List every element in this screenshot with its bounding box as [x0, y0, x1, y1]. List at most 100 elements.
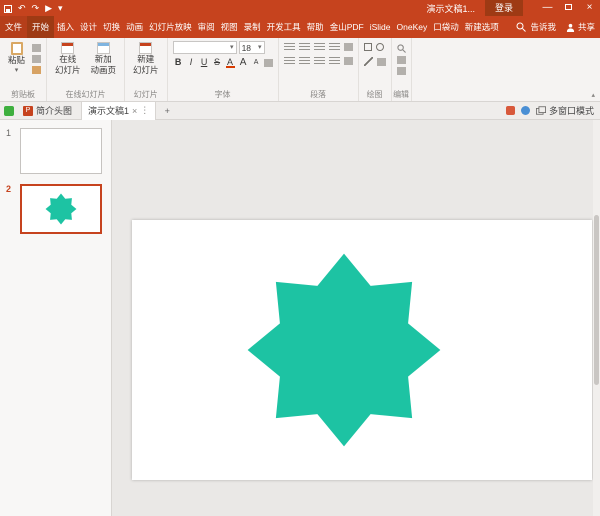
minimize-button[interactable]: —: [537, 0, 558, 16]
paste-button[interactable]: 粘贴 ▾: [5, 41, 28, 75]
online-slides-button[interactable]: 在线 幻灯片: [52, 41, 84, 77]
tab-help[interactable]: 帮助: [304, 16, 327, 38]
align-left-icon[interactable]: [284, 57, 295, 65]
decrease-indent-icon[interactable]: [314, 43, 325, 51]
login-button[interactable]: 登录: [485, 0, 523, 16]
copy-icon[interactable]: [32, 55, 41, 63]
slide-2-thumbnail[interactable]: [20, 184, 102, 234]
tell-me-label[interactable]: 告诉我: [530, 21, 556, 33]
tab-pocket-anim[interactable]: 口袋动: [430, 16, 462, 38]
doc-tab-presentation1[interactable]: 演示文稿1 × ⋮: [81, 102, 156, 120]
customize-toolbar-icon[interactable]: ▾: [58, 0, 63, 16]
tab-insert[interactable]: 插入: [54, 16, 77, 38]
tab-transitions[interactable]: 切换: [100, 16, 123, 38]
rectangle-shape-icon[interactable]: [364, 43, 372, 51]
new-slide-label-2: 幻灯片: [133, 66, 159, 76]
paragraph-group: 段落: [279, 38, 359, 101]
ribbon-tab-bar: 文件 开始 插入 设计 切换 动画 幻灯片放映 审阅 视图 录制 开发工具 帮助…: [0, 16, 600, 38]
drawing-group-label: 绘图: [359, 89, 391, 100]
tab-record[interactable]: 录制: [241, 16, 264, 38]
ribbon: 粘贴 ▾ 剪贴板 在线 幻灯片 新加 动画页 在线幻灯片 新建 幻灯片 幻灯片: [0, 38, 600, 102]
italic-button[interactable]: I: [186, 56, 197, 69]
online-slides-icon: [61, 42, 74, 54]
replace-icon[interactable]: [397, 56, 406, 64]
editing-canvas[interactable]: [112, 120, 600, 516]
find-icon[interactable]: [397, 44, 406, 53]
tab-new-options[interactable]: 新建选项: [462, 16, 502, 38]
bold-button[interactable]: B: [173, 56, 184, 69]
cut-icon[interactable]: [32, 44, 41, 52]
increase-indent-icon[interactable]: [329, 43, 340, 51]
strikethrough-button[interactable]: S: [212, 56, 223, 69]
star-shape[interactable]: [238, 244, 450, 456]
numbered-list-icon[interactable]: [299, 43, 310, 51]
font-size-select[interactable]: 18▾: [239, 41, 265, 54]
tab-animations[interactable]: 动画: [123, 16, 146, 38]
align-right-icon[interactable]: [314, 57, 325, 65]
shrink-font-button[interactable]: A: [251, 56, 262, 69]
online-slides-label-2: 幻灯片: [55, 66, 81, 76]
app-icon[interactable]: [4, 106, 14, 116]
font-color-button[interactable]: A: [225, 56, 236, 69]
slide-1-number: 1: [6, 128, 16, 138]
line-shape-icon[interactable]: [364, 57, 373, 66]
person-icon: [566, 23, 575, 32]
collapse-ribbon-icon[interactable]: ▴: [591, 91, 595, 99]
align-center-icon[interactable]: [299, 57, 310, 65]
tab-review[interactable]: 审阅: [195, 16, 218, 38]
tab-view[interactable]: 视图: [218, 16, 241, 38]
search-icon[interactable]: [516, 22, 526, 32]
clipboard-small-buttons: [32, 41, 41, 74]
vertical-scrollbar-thumb[interactable]: [594, 215, 599, 385]
clipboard-group-label: 剪贴板: [0, 89, 46, 100]
underline-button[interactable]: U: [199, 56, 210, 69]
new-doc-tab-button[interactable]: +: [159, 106, 175, 116]
online-slides-group: 在线 幻灯片 新加 动画页 在线幻灯片: [47, 38, 125, 101]
redo-icon[interactable]: ↷: [32, 0, 40, 16]
format-painter-icon[interactable]: [32, 66, 41, 74]
editing-group: 编辑: [392, 38, 412, 101]
bullet-list-icon[interactable]: [284, 43, 295, 51]
share-button[interactable]: 共享: [560, 21, 595, 33]
tab-design[interactable]: 设计: [77, 16, 100, 38]
line-spacing-icon[interactable]: [344, 43, 353, 51]
text-direction-icon[interactable]: [344, 57, 353, 65]
vertical-scrollbar[interactable]: [593, 120, 600, 516]
slide-item-2[interactable]: 2: [0, 184, 111, 244]
save-icon[interactable]: [4, 5, 12, 13]
shape-fill-icon[interactable]: [377, 58, 386, 66]
slide-2-number: 2: [6, 184, 16, 194]
tab-developer[interactable]: 开发工具: [264, 16, 304, 38]
font-size-value: 18: [242, 43, 251, 53]
undo-icon[interactable]: ↶: [18, 0, 26, 16]
tab-file[interactable]: 文件: [0, 16, 27, 38]
tab-onekey[interactable]: OneKey: [394, 16, 431, 38]
new-animation-page-button[interactable]: 新加 动画页: [88, 41, 120, 77]
tab-kingsoft-pdf[interactable]: 金山PDF: [327, 16, 367, 38]
slide-thumbnail-panel: 1 2: [0, 120, 112, 516]
tab-slideshow[interactable]: 幻灯片放映: [146, 16, 195, 38]
slide-surface[interactable]: [132, 220, 592, 480]
new-slide-button[interactable]: 新建 幻灯片: [130, 41, 162, 77]
doc-tab-intro[interactable]: P 简介头图: [17, 102, 78, 120]
grow-font-button[interactable]: A: [238, 56, 249, 69]
new-slide-label-1: 新建: [137, 55, 154, 65]
settings-gear-icon[interactable]: [521, 106, 530, 115]
select-icon[interactable]: [397, 67, 406, 75]
slide-item-1[interactable]: 1: [0, 128, 111, 184]
doc-tab-more-icon[interactable]: ⋮: [140, 105, 149, 116]
close-button[interactable]: ×: [579, 0, 600, 16]
maximize-button[interactable]: [558, 0, 579, 16]
slide-1-thumbnail[interactable]: [20, 128, 102, 174]
clear-format-icon[interactable]: [264, 59, 273, 67]
multiwindow-toggle[interactable]: 多窗口模式: [536, 104, 594, 117]
justify-icon[interactable]: [329, 57, 340, 65]
font-name-select[interactable]: ▾: [173, 41, 237, 54]
ellipse-shape-icon[interactable]: [376, 43, 384, 51]
start-slideshow-icon[interactable]: ▶: [45, 0, 52, 16]
tab-home[interactable]: 开始: [27, 16, 54, 38]
doc-tab-close-icon[interactable]: ×: [132, 106, 137, 116]
slides-group: 新建 幻灯片 幻灯片: [125, 38, 168, 101]
tab-islide[interactable]: iSlide: [367, 16, 394, 38]
skin-icon[interactable]: [506, 106, 515, 115]
